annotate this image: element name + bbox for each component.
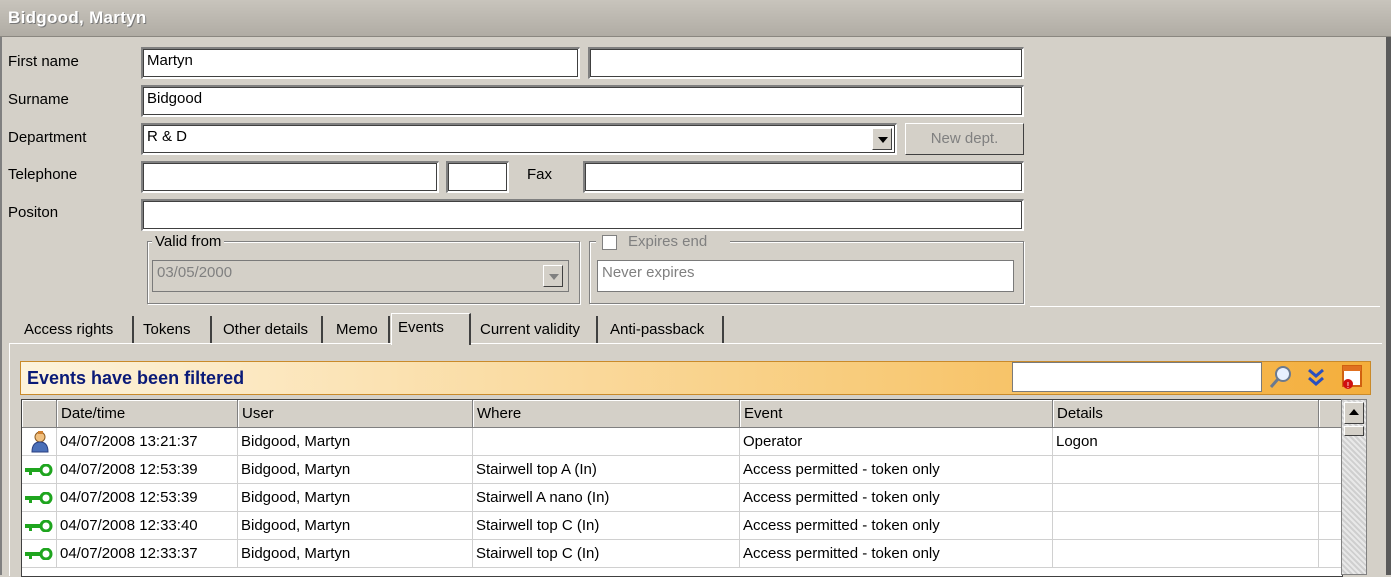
expires-end-label: Expires end <box>628 233 708 250</box>
key-icon <box>25 520 53 532</box>
scroll-up-button[interactable] <box>1344 402 1364 424</box>
details-cell <box>1053 540 1319 568</box>
events-banner-title: Events have been filtered <box>27 368 245 388</box>
details-cell <box>1053 456 1319 484</box>
position-label: Positon <box>8 204 59 221</box>
row-icon-cell <box>22 456 57 484</box>
new-dept-button[interactable]: New dept. <box>905 123 1024 155</box>
row-icon-cell <box>22 428 57 456</box>
tab-access-rights[interactable]: Access rights <box>18 316 134 344</box>
expires-field[interactable]: Never expires <box>597 260 1014 292</box>
clear-filter-icon[interactable]: ! <box>1340 364 1364 390</box>
where-column-header[interactable]: Where <box>473 400 740 428</box>
user-cell: Bidgood, Martyn <box>238 428 473 456</box>
left-border <box>0 37 2 575</box>
scroll-thumb[interactable] <box>1344 426 1364 436</box>
department-value: R & D <box>147 128 188 145</box>
tab-events[interactable]: Events <box>391 313 471 345</box>
user-cell: Bidgood, Martyn <box>238 512 473 540</box>
events-grid: Date/time User Where Event Details 04/07… <box>21 399 1343 577</box>
tab-tokens[interactable]: Tokens <box>137 316 212 344</box>
event-cell: Access permitted - token only <box>740 512 1053 540</box>
position-field[interactable] <box>141 199 1024 231</box>
where-cell: Stairwell A nano (In) <box>473 484 740 512</box>
where-cell <box>473 428 740 456</box>
row-icon-cell <box>22 540 57 568</box>
first-name-extra-field[interactable] <box>588 47 1024 79</box>
search-icon[interactable] <box>1268 364 1294 390</box>
user-cell: Bidgood, Martyn <box>238 456 473 484</box>
datetime-cell: 04/07/2008 12:53:39 <box>57 456 238 484</box>
table-row[interactable]: 04/07/2008 12:53:39 Bidgood, Martyn Stai… <box>22 456 1342 484</box>
events-vertical-scrollbar[interactable] <box>1341 399 1367 575</box>
expires-end-legend: Expires end <box>596 233 730 253</box>
datetime-cell: 04/07/2008 12:33:37 <box>57 540 238 568</box>
tab-other-details[interactable]: Other details <box>217 316 323 344</box>
table-row[interactable]: 04/07/2008 12:33:40 Bidgood, Martyn Stai… <box>22 512 1342 540</box>
table-row[interactable]: 04/07/2008 12:53:39 Bidgood, Martyn Stai… <box>22 484 1342 512</box>
filler-column-header <box>1319 400 1342 428</box>
details-cell: Logon <box>1053 428 1319 456</box>
key-icon <box>25 464 53 476</box>
right-border <box>1386 37 1391 575</box>
event-cell: Access permitted - token only <box>740 484 1053 512</box>
event-column-header[interactable]: Event <box>740 400 1053 428</box>
surname-field[interactable]: Bidgood <box>141 85 1024 117</box>
row-icon-cell <box>22 484 57 512</box>
tab-memo[interactable]: Memo <box>330 316 390 344</box>
where-cell: Stairwell top C (In) <box>473 512 740 540</box>
user-cell: Bidgood, Martyn <box>238 540 473 568</box>
user-cell: Bidgood, Martyn <box>238 484 473 512</box>
telephone-field[interactable] <box>141 161 439 193</box>
datetime-cell: 04/07/2008 12:53:39 <box>57 484 238 512</box>
first-name-label: First name <box>8 53 79 70</box>
divider <box>1030 306 1380 307</box>
table-row[interactable]: 04/07/2008 12:33:37 Bidgood, Martyn Stai… <box>22 540 1342 568</box>
details-cell <box>1053 484 1319 512</box>
title-bar: Bidgood, Martyn <box>0 0 1391 37</box>
row-icon-cell <box>22 512 57 540</box>
fax-field[interactable] <box>583 161 1024 193</box>
event-cell: Operator <box>740 428 1053 456</box>
events-filter-input[interactable] <box>1012 362 1262 392</box>
telephone-label: Telephone <box>8 166 78 183</box>
icon-column-header[interactable] <box>22 400 57 428</box>
details-cell <box>1053 512 1319 540</box>
details-column-header[interactable]: Details <box>1053 400 1319 428</box>
user-column-header[interactable]: User <box>238 400 473 428</box>
department-label: Department <box>8 129 87 146</box>
valid-from-label: Valid from <box>152 233 225 250</box>
datetime-column-header[interactable]: Date/time <box>57 400 238 428</box>
valid-from-date-value: 03/05/2000 <box>157 264 233 281</box>
chevron-down-icon <box>543 265 563 287</box>
telephone-ext-field[interactable] <box>446 161 509 193</box>
department-dropdown-button[interactable] <box>872 128 892 150</box>
table-row[interactable]: 04/07/2008 13:21:37 Bidgood, Martyn Oper… <box>22 428 1342 456</box>
key-icon <box>25 492 53 504</box>
svg-text:!: ! <box>1346 381 1349 390</box>
datetime-cell: 04/07/2008 13:21:37 <box>57 428 238 456</box>
window-title: Bidgood, Martyn <box>8 8 147 27</box>
where-cell: Stairwell top C (In) <box>473 540 740 568</box>
where-cell: Stairwell top A (In) <box>473 456 740 484</box>
datetime-cell: 04/07/2008 12:33:40 <box>57 512 238 540</box>
event-cell: Access permitted - token only <box>740 456 1053 484</box>
tab-anti-passback[interactable]: Anti-passback <box>604 316 724 344</box>
valid-from-date-field[interactable]: 03/05/2000 <box>152 260 569 292</box>
first-name-field[interactable]: Martyn <box>141 47 580 79</box>
key-icon <box>25 548 53 560</box>
operator-icon <box>31 431 49 453</box>
expires-end-checkbox[interactable] <box>602 235 617 250</box>
fax-label: Fax <box>527 166 553 183</box>
tab-current-validity[interactable]: Current validity <box>474 316 598 344</box>
department-select[interactable]: R & D <box>141 123 897 155</box>
surname-label: Surname <box>8 91 69 108</box>
event-cell: Access permitted - token only <box>740 540 1053 568</box>
chevron-double-down-icon[interactable] <box>1305 365 1327 389</box>
